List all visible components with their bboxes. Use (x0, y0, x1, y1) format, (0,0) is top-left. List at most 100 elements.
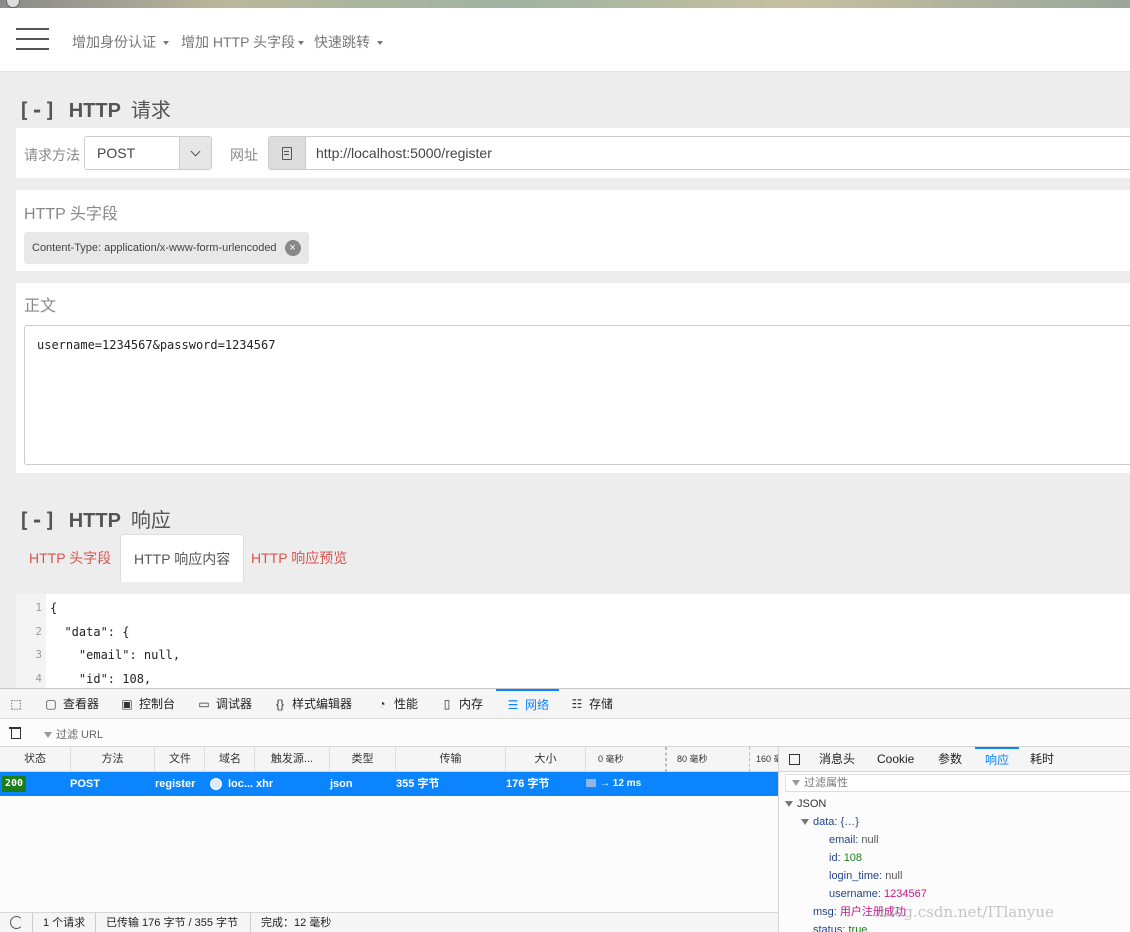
body-textarea[interactable]: username=1234567&password=1234567 (24, 325, 1130, 465)
trash-icon[interactable] (9, 726, 22, 739)
row-method: POST (70, 778, 100, 790)
filter-url-input[interactable]: 过滤 URL (44, 726, 103, 742)
row-size: 176 字节 (506, 778, 550, 790)
tab-details-cookie[interactable]: Cookie (877, 747, 914, 772)
request-section-title[interactable]: [-] HTTP 请求 (18, 94, 171, 123)
method-select[interactable]: POST (84, 136, 212, 170)
row-transferred: 355 字节 (396, 778, 440, 790)
performance-icon: ◔ (378, 697, 386, 711)
chevron-down-icon (179, 137, 211, 169)
tab-style-editor[interactable]: {} 样式编辑器 (273, 689, 352, 719)
json-data-node[interactable]: data: {…} (801, 813, 859, 831)
status-badge: 200 (2, 776, 27, 792)
debugger-icon: ▭ (198, 697, 210, 711)
triangle-down-icon (801, 819, 809, 826)
row-file: register (155, 778, 196, 790)
response-section-title[interactable]: [-] HTTP 响应 (18, 504, 171, 533)
element-picker-icon[interactable]: ⬚ (9, 689, 28, 719)
style-editor-icon: {} (275, 697, 284, 711)
tab-storage[interactable]: ☷ 存储 (570, 689, 613, 719)
close-icon[interactable]: × (284, 240, 301, 256)
tab-debugger[interactable]: ▭ 调试器 (197, 689, 252, 719)
window-button-icon[interactable] (6, 0, 20, 8)
devtools-panel: ⬚ ▢ 查看器 ▣ 控制台 ▭ 调试器 {} 样式编辑器 ◔ 性能 ▯ 内存 ☰ 网络 ☷ 存储… (0, 688, 1130, 932)
inspector-icon: ▢ (45, 697, 57, 711)
json-field: login_time: null (829, 870, 903, 882)
menu-toggle-icon[interactable] (16, 28, 49, 50)
body-heading: 正文 (24, 298, 57, 315)
header-chip: Content-Type: application/x-www-form-url… (24, 232, 309, 264)
tab-memory[interactable]: ▯ 内存 (440, 689, 483, 719)
method-label: 请求方法 (24, 147, 80, 163)
triangle-down-icon (785, 801, 793, 808)
nav-quick-jump[interactable]: 快速跳转 (314, 32, 383, 52)
method-url-panel: 请求方法 POST 网址 (16, 128, 1130, 178)
status-transferred: 已传输 176 字节 / 355 字节 (95, 913, 238, 932)
url-label: 网址 (230, 147, 258, 163)
details-tabs: 消息头 Cookie 参数 响应 耗时 (779, 747, 1130, 772)
timeline-tick: 160 毫 (756, 754, 778, 764)
filter-properties-input[interactable]: 过滤属性 (785, 774, 1130, 792)
toggle-sidebar-icon[interactable] (789, 747, 805, 772)
col-transferred[interactable]: 传输 (396, 747, 506, 772)
network-filter-bar: 过滤 URL (0, 719, 1130, 747)
devtools-toolbar: ⬚ ▢ 查看器 ▣ 控制台 ▭ 调试器 {} 样式编辑器 ◔ 性能 ▯ 内存 ☰ 网络 ☷ 存储 (0, 689, 1130, 719)
memory-icon: ▯ (443, 697, 451, 711)
json-field: email: null (829, 834, 879, 846)
row-cause: xhr (256, 778, 274, 790)
method-value: POST (97, 145, 136, 161)
status-requests: 1 个请求 (32, 913, 85, 932)
col-type[interactable]: 类型 (330, 747, 396, 772)
row-timing: → 12 ms (586, 772, 641, 796)
watermark: blog.csdn.net/ITlanyue (880, 903, 1054, 921)
timeline-tick: 80 毫秒 (666, 747, 750, 772)
waterfall-bar (586, 779, 596, 788)
col-size[interactable]: 大小 (506, 747, 586, 772)
tab-details-headers[interactable]: 消息头 (819, 747, 855, 772)
storage-icon: ☷ (571, 697, 583, 711)
response-code-viewer: 1{ 2 "data": { 3 "email": null, 4 "id": … (16, 594, 1130, 690)
body-panel: 正文 username=1234567&password=1234567 (16, 283, 1130, 473)
json-field: status: true (813, 924, 868, 932)
tab-details-timings[interactable]: 耗时 (1030, 747, 1054, 772)
tab-response-headers[interactable]: HTTP 头字段 (16, 534, 124, 582)
document-icon (268, 136, 305, 170)
nav-add-auth[interactable]: 增加身份认证 (72, 32, 169, 52)
tab-details-response[interactable]: 响应 (975, 747, 1020, 772)
json-root[interactable]: JSON (785, 795, 826, 813)
url-input[interactable] (305, 136, 1130, 170)
col-domain[interactable]: 域名 (205, 747, 255, 772)
row-domain: loc... (210, 772, 253, 796)
col-method[interactable]: 方法 (71, 747, 155, 772)
navbar: 增加身份认证 增加 HTTP 头字段 快速跳转 (0, 8, 1130, 72)
json-field: username: 1234567 (829, 888, 927, 900)
console-icon: ▣ (121, 697, 133, 711)
browser-top-strip (0, 0, 1130, 8)
col-cause[interactable]: 触发源... (255, 747, 330, 772)
tab-inspector[interactable]: ▢ 查看器 (44, 689, 99, 719)
col-file[interactable]: 文件 (155, 747, 205, 772)
tab-performance[interactable]: ◔ 性能 (375, 689, 418, 719)
caret-down-icon (377, 41, 383, 46)
network-status-bar: 1 个请求 已传输 176 字节 / 355 字节 完成：12 毫秒 (0, 912, 778, 932)
status-finished: 完成：12 毫秒 (250, 913, 331, 932)
tab-details-params[interactable]: 参数 (938, 747, 962, 772)
tab-response-preview[interactable]: HTTP 响应预览 (238, 534, 360, 582)
json-field: id: 108 (829, 852, 863, 864)
reload-icon[interactable] (10, 916, 23, 929)
nav-add-headers[interactable]: 增加 HTTP 头字段 (181, 32, 305, 52)
filter-icon (792, 780, 800, 787)
tab-console[interactable]: ▣ 控制台 (120, 689, 175, 719)
table-row[interactable]: 200 POST register loc... xhr json 355 字节… (0, 772, 778, 796)
row-type: json (330, 778, 353, 790)
headers-panel: HTTP 头字段 Content-Type: application/x-www… (16, 190, 1130, 271)
col-status[interactable]: 状态 (0, 747, 71, 772)
request-table-header: 状态 方法 文件 域名 触发源... 类型 传输 大小 0 毫秒 80 毫秒 1… (0, 747, 778, 772)
filter-icon (44, 732, 52, 739)
timeline-tick: 0 毫秒 (586, 747, 666, 772)
tab-network[interactable]: ☰ 网络 (496, 689, 560, 719)
network-icon: ☰ (507, 698, 519, 712)
caret-down-icon (163, 41, 169, 46)
tab-response-content[interactable]: HTTP 响应内容 (120, 534, 245, 582)
body-text: username=1234567&password=1234567 (37, 338, 276, 352)
